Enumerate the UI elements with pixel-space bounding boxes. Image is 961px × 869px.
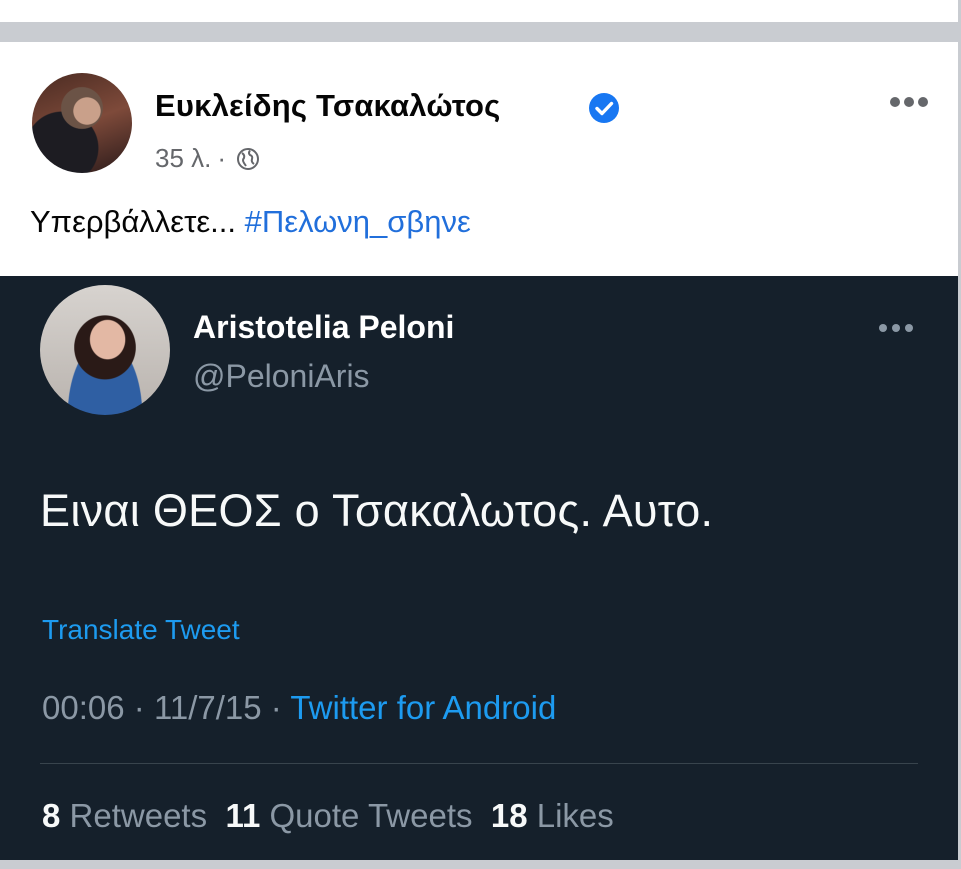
tweet-author-name: Aristotelia Peloni bbox=[193, 309, 455, 345]
facebook-post: Ευκλείδης Τσακαλώτος 35 λ. · Υπερβάλλετε… bbox=[0, 42, 958, 276]
retweets-label: Retweets bbox=[69, 797, 208, 834]
verified-badge-icon bbox=[589, 93, 619, 123]
post-time[interactable]: 35 λ. bbox=[155, 143, 211, 174]
tweet-time: 00:06 bbox=[42, 689, 125, 726]
post-meta: 35 λ. · bbox=[155, 143, 260, 174]
top-bar bbox=[0, 0, 961, 22]
tweet-author-avatar bbox=[40, 285, 170, 415]
tweet-more-icon bbox=[879, 324, 913, 332]
post-text: Υπερβάλλετε... #Πελωνη_σβηνε bbox=[30, 204, 471, 240]
feed-divider bbox=[0, 22, 961, 42]
tweet-text: Ειναι ΘΕΟΣ ο Τσακαλωτος. Αυτο. bbox=[40, 485, 714, 536]
tweet-meta: 00:06 · 11/7/15 · Twitter for Android bbox=[42, 689, 556, 727]
quote-tweets-count: 11 bbox=[225, 797, 261, 834]
likes-label: Likes bbox=[536, 797, 614, 834]
translate-tweet-link: Translate Tweet bbox=[42, 614, 240, 645]
post-text-body: Υπερβάλλετε... bbox=[30, 204, 236, 239]
embedded-tweet-image[interactable]: Aristotelia Peloni @PeloniAris Ειναι ΘΕΟ… bbox=[0, 276, 958, 860]
tweet-source: Twitter for Android bbox=[290, 689, 557, 726]
tweet-meta-dot-2: · bbox=[270, 689, 282, 726]
tweet-meta-dot-1: · bbox=[133, 689, 145, 726]
hashtag-link[interactable]: #Πελωνη_σβηνε bbox=[245, 204, 471, 239]
likes-count: 18 bbox=[490, 797, 528, 834]
quote-tweets-label: Quote Tweets bbox=[269, 797, 473, 834]
more-options-icon[interactable] bbox=[888, 95, 930, 109]
author-name[interactable]: Ευκλείδης Τσακαλώτος bbox=[155, 88, 500, 124]
globe-icon bbox=[237, 147, 260, 170]
tweet-divider bbox=[40, 763, 918, 764]
retweets-count: 8 bbox=[42, 797, 61, 834]
tweet-author-handle: @PeloniAris bbox=[193, 358, 370, 394]
tweet-date: 11/7/15 bbox=[153, 689, 262, 726]
bottom-divider bbox=[0, 860, 961, 869]
tweet-stats: 8 Retweets 11 Quote Tweets 18 Likes bbox=[42, 797, 614, 835]
meta-separator: · bbox=[217, 143, 227, 173]
author-avatar[interactable] bbox=[32, 73, 132, 173]
